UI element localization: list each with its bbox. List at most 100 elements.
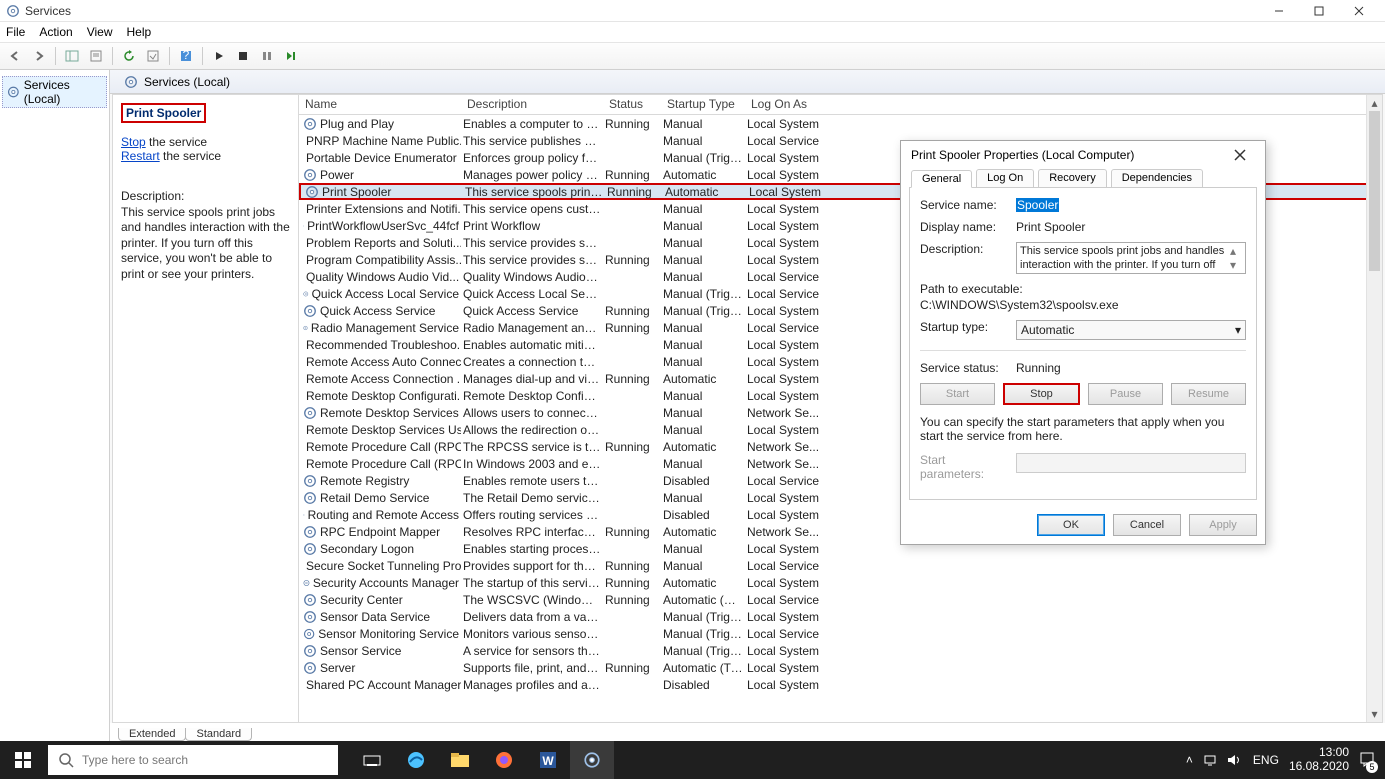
- restart-icon-button[interactable]: [280, 45, 302, 67]
- scroll-up-button[interactable]: ▴: [1367, 95, 1382, 111]
- service-row[interactable]: Sensor Monitoring ServiceMonitors variou…: [299, 625, 1382, 642]
- stop-icon-button[interactable]: [232, 45, 254, 67]
- menu-view[interactable]: View: [87, 25, 113, 39]
- tab-standard[interactable]: Standard: [185, 728, 252, 741]
- pause-icon-button[interactable]: [256, 45, 278, 67]
- chevron-down-icon: ▾: [1235, 323, 1241, 337]
- explorer-app[interactable]: [438, 741, 482, 779]
- col-logon[interactable]: Log On As: [745, 95, 845, 114]
- export-list-button[interactable]: [142, 45, 164, 67]
- service-icon: [303, 219, 304, 233]
- taskbar: Type here to search W ˄ ENG 13:00 16.08.…: [0, 741, 1385, 779]
- search-box[interactable]: Type here to search: [48, 745, 338, 775]
- window-title: Services: [25, 4, 1259, 18]
- edge-app[interactable]: [394, 741, 438, 779]
- forward-button[interactable]: [28, 45, 50, 67]
- properties-button[interactable]: [85, 45, 107, 67]
- apply-button[interactable]: Apply: [1189, 514, 1257, 536]
- ok-button[interactable]: OK: [1037, 514, 1105, 536]
- toolbar-separator: [55, 47, 56, 65]
- services-icon: [6, 4, 20, 18]
- toolbar: ?: [0, 42, 1385, 70]
- show-hide-tree-button[interactable]: [61, 45, 83, 67]
- label-start-params: Start parameters:: [920, 453, 1008, 481]
- start-button[interactable]: Start: [920, 383, 995, 405]
- language-indicator[interactable]: ENG: [1253, 753, 1279, 767]
- service-row[interactable]: Sensor ServiceA service for sensors that…: [299, 642, 1382, 659]
- toolbar-separator: [169, 47, 170, 65]
- dialog-close-button[interactable]: [1225, 143, 1255, 167]
- tab-extended[interactable]: Extended: [118, 728, 186, 741]
- label-display-name: Display name:: [920, 220, 1008, 234]
- task-view-button[interactable]: [350, 741, 394, 779]
- service-row[interactable]: Secure Socket Tunneling Pro...Provides s…: [299, 557, 1382, 574]
- toolbar-separator: [112, 47, 113, 65]
- notifications-button[interactable]: 5: [1359, 751, 1375, 770]
- service-row[interactable]: Plug and PlayEnables a computer to rec..…: [299, 115, 1382, 132]
- tab-dependencies[interactable]: Dependencies: [1111, 169, 1203, 187]
- titlebar: Services: [0, 0, 1385, 22]
- menu-help[interactable]: Help: [127, 25, 152, 39]
- services-icon: [124, 75, 138, 89]
- dialog-body: Service name: Spooler Display name: Prin…: [909, 187, 1257, 500]
- col-startup[interactable]: Startup Type: [661, 95, 745, 114]
- service-row[interactable]: Shared PC Account ManagerManages profile…: [299, 676, 1382, 693]
- service-row[interactable]: ServerSupports file, print, and na...Run…: [299, 659, 1382, 676]
- firefox-app[interactable]: [482, 741, 526, 779]
- services-app-active[interactable]: [570, 741, 614, 779]
- resume-button[interactable]: Resume: [1171, 383, 1246, 405]
- value-service-name: Spooler: [1016, 198, 1246, 212]
- restart-link[interactable]: Restart: [121, 149, 160, 163]
- help-button[interactable]: ?: [175, 45, 197, 67]
- properties-dialog: Print Spooler Properties (Local Computer…: [900, 140, 1266, 545]
- dialog-titlebar: Print Spooler Properties (Local Computer…: [901, 141, 1265, 169]
- startup-type-select[interactable]: Automatic ▾: [1016, 320, 1246, 340]
- service-row[interactable]: Security Accounts ManagerThe startup of …: [299, 574, 1382, 591]
- close-button[interactable]: [1339, 0, 1379, 22]
- minimize-button[interactable]: [1259, 0, 1299, 22]
- network-icon[interactable]: [1203, 753, 1217, 767]
- pause-button[interactable]: Pause: [1088, 383, 1163, 405]
- value-description[interactable]: This service spools print jobs and handl…: [1016, 242, 1246, 274]
- list-header: Name Description Status Startup Type Log…: [299, 95, 1382, 115]
- service-row[interactable]: Security CenterThe WSCSVC (Windows Se...…: [299, 591, 1382, 608]
- tray-chevron-icon[interactable]: ˄: [1186, 753, 1193, 767]
- scroll-thumb[interactable]: [1369, 111, 1380, 271]
- col-name[interactable]: Name: [299, 95, 461, 114]
- services-icon: [7, 85, 20, 99]
- service-icon: [303, 644, 317, 658]
- col-description[interactable]: Description: [461, 95, 603, 114]
- stop-link[interactable]: Stop: [121, 135, 146, 149]
- search-placeholder: Type here to search: [82, 753, 188, 767]
- service-row[interactable]: Sensor Data ServiceDelivers data from a …: [299, 608, 1382, 625]
- tab-general[interactable]: General: [911, 170, 972, 188]
- refresh-button[interactable]: [118, 45, 140, 67]
- desc-scroll[interactable]: ▴▾: [1230, 244, 1244, 272]
- dialog-footer: OK Cancel Apply: [901, 508, 1265, 544]
- service-icon: [303, 168, 317, 182]
- cancel-button[interactable]: Cancel: [1113, 514, 1181, 536]
- service-icon: [303, 593, 317, 607]
- stop-button[interactable]: Stop: [1003, 383, 1080, 405]
- back-button[interactable]: [4, 45, 26, 67]
- start-button[interactable]: [0, 741, 46, 779]
- service-icon: [303, 525, 317, 539]
- vertical-scrollbar[interactable]: ▴ ▾: [1366, 95, 1382, 722]
- play-button[interactable]: [208, 45, 230, 67]
- word-app[interactable]: W: [526, 741, 570, 779]
- col-status[interactable]: Status: [603, 95, 661, 114]
- clock[interactable]: 13:00 16.08.2020: [1289, 746, 1349, 774]
- service-icon: [303, 542, 317, 556]
- maximize-button[interactable]: [1299, 0, 1339, 22]
- menu-file[interactable]: File: [6, 25, 25, 39]
- tree-item-services-local[interactable]: Services (Local): [2, 76, 107, 108]
- tab-logon[interactable]: Log On: [976, 169, 1034, 187]
- menu-action[interactable]: Action: [39, 25, 72, 39]
- scroll-down-button[interactable]: ▾: [1367, 706, 1382, 722]
- volume-icon[interactable]: [1227, 754, 1243, 766]
- tab-recovery[interactable]: Recovery: [1038, 169, 1106, 187]
- svg-text:?: ?: [183, 50, 190, 62]
- service-icon: [303, 627, 315, 641]
- service-icon: [303, 287, 309, 301]
- description-block: Description: This service spools print j…: [121, 189, 290, 283]
